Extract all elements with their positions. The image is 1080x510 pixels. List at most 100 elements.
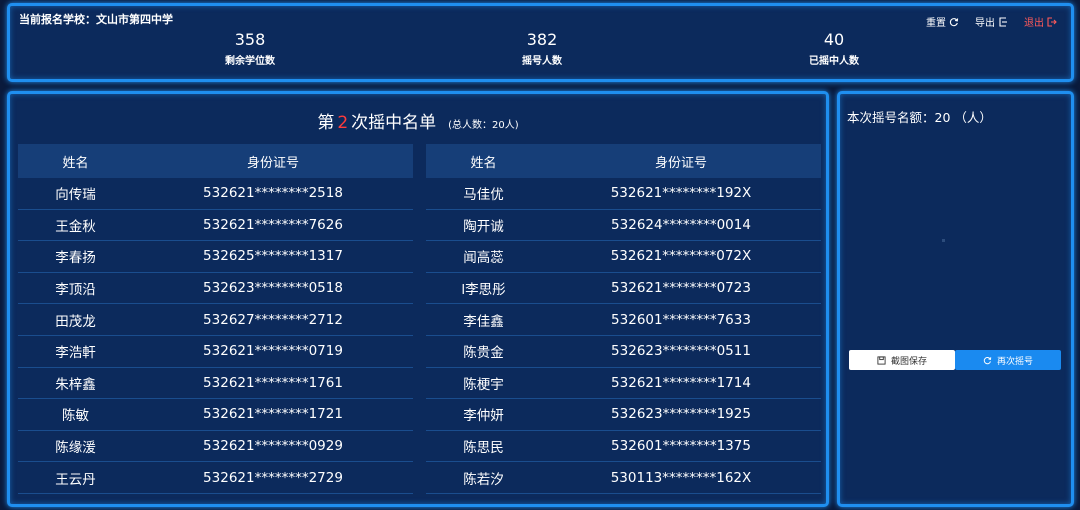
table-header: 姓名 身份证号 bbox=[426, 144, 821, 178]
id-number: 532621********1714 bbox=[611, 374, 751, 391]
result-table-left: 姓名 身份证号 向传瑞 532621********2518 王金秋 532621**… bbox=[18, 144, 413, 494]
table-row: 田茂龙 532627********2712 bbox=[18, 304, 413, 336]
stat-label: 剩余学位数 bbox=[225, 56, 275, 67]
table-row: 李佳鑫 532601********7633 bbox=[426, 304, 821, 336]
id-number: 532601********7633 bbox=[611, 311, 751, 328]
student-name: 闻高蕊 bbox=[463, 250, 504, 267]
stat-value: 382 bbox=[526, 30, 558, 49]
student-name: l李思彤 bbox=[461, 282, 506, 299]
school-label: 当前报名学校：文山市第四中学 bbox=[19, 13, 173, 26]
id-number: 532621********2729 bbox=[203, 469, 343, 486]
exit-label: 退出 bbox=[1024, 18, 1044, 29]
stat-label: 已摇中人数 bbox=[809, 56, 859, 67]
exit-button[interactable]: 退出 bbox=[1024, 14, 1057, 29]
table-row: 王金秋 532621********7626 bbox=[18, 210, 413, 242]
table-row: 向传瑞 532621********2518 bbox=[18, 178, 413, 210]
stat-value: 40 bbox=[823, 30, 845, 49]
save-icon bbox=[877, 355, 886, 365]
table-body: 向传瑞 532621********2518 王金秋 532621********76… bbox=[18, 178, 413, 494]
student-name: 李顶沿 bbox=[55, 282, 96, 299]
id-number: 532621********1721 bbox=[203, 406, 343, 423]
stat-remaining-seats: 358 剩余学位数 bbox=[190, 30, 310, 67]
student-name: 陈贵金 bbox=[463, 345, 504, 362]
table-header: 姓名 身份证号 bbox=[18, 144, 413, 178]
id-number: 532623********0511 bbox=[611, 343, 751, 360]
table-row: 王云丹 532621********2729 bbox=[18, 462, 413, 494]
id-number: 532621********192X bbox=[610, 185, 752, 202]
student-name: 王金秋 bbox=[55, 218, 96, 235]
quota-label: 本次摇号名额：20 （人） bbox=[847, 110, 992, 125]
column-header-name: 姓名 bbox=[470, 155, 497, 171]
table-row: 李仲妍 532623********1925 bbox=[426, 399, 821, 431]
student-name: 向传瑞 bbox=[55, 187, 96, 204]
id-number: 532623********1925 bbox=[611, 406, 751, 423]
student-name: 李佳鑫 bbox=[463, 313, 504, 330]
table-row: 陈若汐 530113********162X bbox=[426, 462, 821, 494]
stat-selected-count: 40 已摇中人数 bbox=[774, 30, 894, 67]
stat-label: 摇号人数 bbox=[522, 56, 562, 67]
logout-icon bbox=[1047, 16, 1057, 27]
id-number: 532621********0723 bbox=[611, 280, 751, 297]
title-suffix: 次摇中名单 bbox=[351, 113, 437, 133]
lottery-side-panel: 本次摇号名额：20 （人） 截图保存 再次摇号 bbox=[837, 91, 1074, 507]
table-row: 陈缘湲 532621********0929 bbox=[18, 431, 413, 463]
student-name: 朱梓鑫 bbox=[55, 376, 96, 393]
reset-label: 重置 bbox=[926, 18, 946, 29]
table-row: l李思彤 532621********0723 bbox=[426, 273, 821, 305]
table-body: 马佳优 532621********192X 陶开诚 532624********00… bbox=[426, 178, 821, 494]
round-number: 2 bbox=[337, 113, 349, 133]
id-number: 532621********072X bbox=[610, 248, 752, 265]
student-name: 李仲妍 bbox=[463, 408, 504, 425]
id-number: 532621********0719 bbox=[203, 343, 343, 360]
table-row: 闻高蕊 532621********072X bbox=[426, 241, 821, 273]
title-prefix: 第 bbox=[317, 113, 335, 133]
student-name: 陈思民 bbox=[463, 440, 504, 457]
table-row: 李浩軒 532621********0719 bbox=[18, 336, 413, 368]
student-name: 李春扬 bbox=[55, 250, 96, 267]
id-number: 530113********162X bbox=[610, 469, 752, 486]
redraw-button[interactable]: 再次摇号 bbox=[955, 350, 1061, 370]
stat-lottery-count: 382 摇号人数 bbox=[482, 30, 602, 67]
table-row: 陈贵金 532623********0511 bbox=[426, 336, 821, 368]
id-number: 532621********1761 bbox=[203, 374, 343, 391]
column-header-id: 身份证号 bbox=[246, 155, 299, 171]
export-icon bbox=[999, 16, 1007, 27]
table-row: 李顶沿 532623********0518 bbox=[18, 273, 413, 305]
table-row: 马佳优 532621********192X bbox=[426, 178, 821, 210]
header-panel: 当前报名学校：文山市第四中学 重置 导出 退出 358 剩余学位数 382 摇号… bbox=[7, 3, 1074, 82]
id-number: 532624********0014 bbox=[611, 216, 751, 233]
result-table-right: 姓名 身份证号 马佳优 532621********192X 陶开诚 532624**… bbox=[426, 144, 821, 494]
table-row: 李春扬 532625********1317 bbox=[18, 241, 413, 273]
student-name: 王云丹 bbox=[55, 471, 96, 488]
header-actions: 重置 导出 退出 bbox=[926, 14, 1057, 29]
redraw-button-label: 再次摇号 bbox=[996, 356, 1033, 367]
student-name: 马佳优 bbox=[463, 187, 504, 204]
id-number: 532621********0929 bbox=[203, 438, 343, 455]
column-header-id: 身份证号 bbox=[654, 155, 707, 171]
placeholder-dot bbox=[942, 239, 945, 242]
save-button-label: 截图保存 bbox=[890, 356, 927, 367]
refresh-icon bbox=[949, 17, 959, 26]
export-label: 导出 bbox=[975, 18, 995, 29]
id-number: 532621********2518 bbox=[203, 185, 343, 202]
table-row: 陈敏 532621********1721 bbox=[18, 399, 413, 431]
stat-value: 358 bbox=[234, 30, 266, 49]
total-count: (总人数：20人) bbox=[448, 120, 519, 131]
id-number: 532601********1375 bbox=[611, 438, 751, 455]
id-number: 532621********7626 bbox=[203, 216, 343, 233]
list-title: 第 2 次摇中名单 (总人数：20人) bbox=[10, 108, 826, 133]
student-name: 陈若汐 bbox=[463, 471, 504, 488]
column-header-name: 姓名 bbox=[62, 155, 89, 171]
student-name: 田茂龙 bbox=[55, 313, 96, 330]
table-row: 朱梓鑫 532621********1761 bbox=[18, 368, 413, 400]
save-screenshot-button[interactable]: 截图保存 bbox=[849, 350, 955, 370]
export-button[interactable]: 导出 bbox=[975, 14, 1008, 29]
result-list-panel: 第 2 次摇中名单 (总人数：20人) 姓名 身份证号 向传瑞 532621******… bbox=[7, 91, 829, 507]
id-number: 532623********0518 bbox=[203, 280, 343, 297]
student-name: 陈缘湲 bbox=[55, 440, 96, 457]
student-name: 李浩軒 bbox=[55, 345, 96, 362]
reset-button[interactable]: 重置 bbox=[926, 14, 959, 29]
id-number: 532627********2712 bbox=[203, 311, 343, 328]
student-name: 陈梗宇 bbox=[463, 376, 504, 393]
student-name: 陈敏 bbox=[62, 408, 89, 425]
